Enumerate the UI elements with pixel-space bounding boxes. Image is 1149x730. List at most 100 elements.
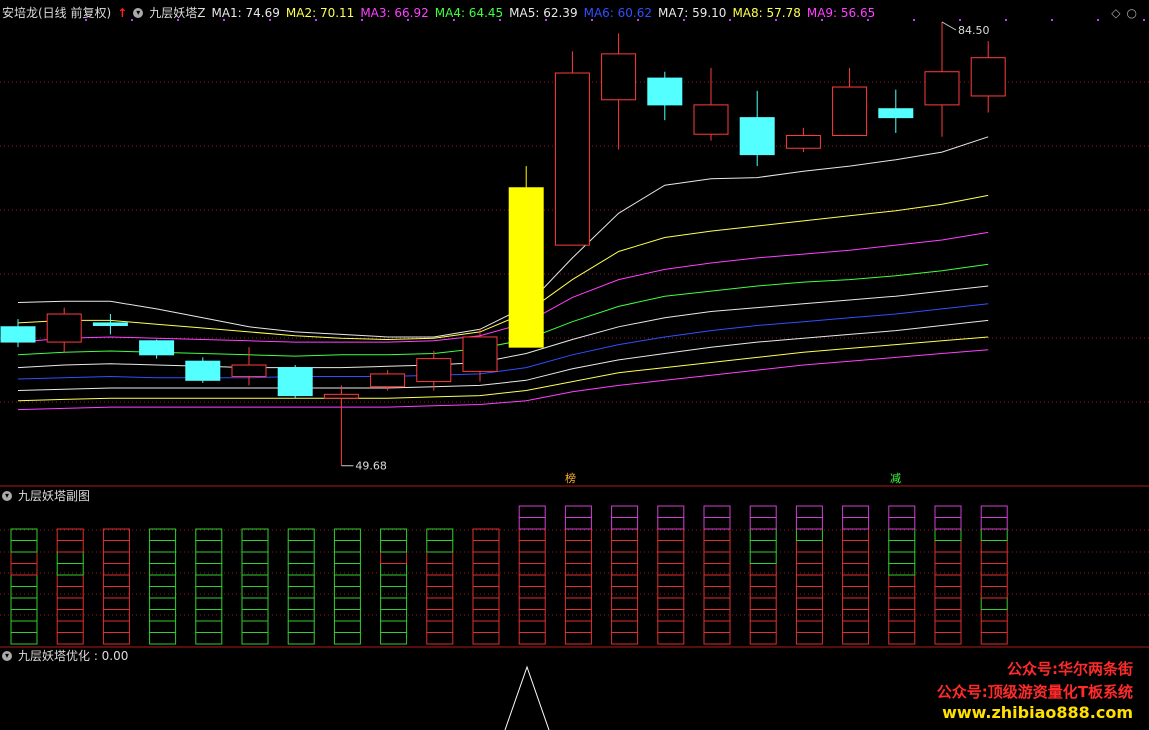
tower-cell — [657, 609, 685, 622]
candle-body — [924, 71, 960, 106]
tower-cell — [518, 540, 546, 553]
tower-cell — [241, 597, 269, 610]
tower-cell — [564, 528, 592, 541]
tower-cell — [888, 540, 916, 553]
opt-panel-header: ▾ 九层妖塔优化 : 0.00 — [2, 647, 134, 665]
tower-cell — [287, 551, 315, 564]
tower-cell — [564, 540, 592, 553]
candle-body — [878, 108, 914, 119]
tower-cell — [195, 551, 223, 564]
ma-line — [17, 136, 989, 338]
tower-cell-top — [518, 505, 546, 518]
marker-dot — [913, 19, 915, 21]
tower-cell — [564, 586, 592, 599]
marker-dot — [1005, 19, 1007, 21]
tower-cell — [149, 632, 177, 645]
tower-cell — [749, 551, 777, 564]
tower-cell — [149, 574, 177, 587]
tower-cell — [472, 586, 500, 599]
tower-cell-top — [657, 517, 685, 530]
tower-cell-top — [980, 505, 1008, 518]
ma-label: MA3: 66.92 — [360, 6, 429, 20]
tower-cell-top — [980, 517, 1008, 530]
window-controls: ◇ ○ — [1111, 4, 1143, 22]
tower-cell-top — [749, 517, 777, 530]
tower-cell — [472, 540, 500, 553]
opt-panel-title[interactable]: 九层妖塔优化 : 0.00 — [18, 647, 128, 665]
tower-cell — [564, 632, 592, 645]
tower-cell — [842, 632, 870, 645]
sub-panel-title[interactable]: 九层妖塔副图 — [18, 487, 90, 505]
candle-body — [693, 104, 729, 135]
tower-cell — [149, 609, 177, 622]
tower-cell — [980, 609, 1008, 622]
candle-body — [647, 77, 683, 106]
candle-body — [739, 117, 775, 156]
tower-cell — [472, 620, 500, 633]
tower-cell — [518, 632, 546, 645]
candle-body — [185, 360, 221, 381]
tower-cell — [10, 540, 38, 553]
ma-label: MA1: 74.69 — [211, 6, 280, 20]
tower-cell — [657, 528, 685, 541]
tower-cell — [380, 620, 408, 633]
tower-cell — [749, 540, 777, 553]
tower-cell — [380, 586, 408, 599]
tower-cell — [10, 586, 38, 599]
tower-cell — [749, 574, 777, 587]
high-pointer — [941, 21, 957, 31]
tower-cell — [934, 620, 962, 633]
collapse-icon[interactable]: ▾ — [133, 8, 144, 18]
tower-cell — [241, 528, 269, 541]
tower-cell — [611, 586, 639, 599]
candle-body — [139, 340, 175, 356]
ma-label: MA8: 57.78 — [732, 6, 801, 20]
chart-canvas: 84.50 49.68 榜 减 — [0, 19, 1149, 730]
candle-body — [832, 86, 868, 136]
tower-cell-top — [703, 517, 731, 530]
ma-label: MA5: 62.39 — [509, 6, 578, 20]
tower-cell — [195, 540, 223, 553]
tower-cell — [611, 632, 639, 645]
tower-cell — [380, 540, 408, 553]
diamond-icon[interactable]: ◇ — [1111, 4, 1120, 22]
tower-cell-top — [934, 517, 962, 530]
opt-spike — [504, 665, 550, 730]
tower-cell — [657, 551, 685, 564]
tower-cell — [472, 597, 500, 610]
tower-cell — [333, 597, 361, 610]
tower-cell — [380, 597, 408, 610]
circle-icon[interactable]: ○ — [1127, 4, 1137, 22]
tower-cell — [56, 597, 84, 610]
tower-cell — [657, 632, 685, 645]
tower-cell — [380, 632, 408, 645]
candle-body — [416, 358, 452, 383]
tower-cell — [56, 551, 84, 564]
candle-body — [46, 313, 82, 343]
watermark-line3: www.zhibiao888.com — [942, 703, 1133, 722]
collapse-icon[interactable]: ▾ — [2, 651, 12, 661]
tower-cell — [241, 551, 269, 564]
tower-cell — [426, 597, 454, 610]
tower-cell — [564, 551, 592, 564]
reduce-marker: 减 — [890, 472, 901, 485]
tower-cell — [287, 574, 315, 587]
ma-line — [17, 319, 989, 391]
tower-cell — [980, 563, 1008, 576]
tower-cell — [888, 586, 916, 599]
tower-cell — [102, 632, 130, 645]
tower-cell — [102, 540, 130, 553]
main-header: 安培龙(日线 前复权) ↑ ▾ 九层妖塔Z MA1: 74.69 MA2: 70.… — [2, 4, 887, 22]
rank-marker: 榜 — [565, 471, 576, 485]
collapse-icon[interactable]: ▾ — [2, 491, 12, 501]
indicator-name[interactable]: 九层妖塔Z — [149, 4, 205, 22]
tower-bars — [10, 505, 1008, 645]
tower-cell — [888, 574, 916, 587]
tower-cell — [241, 586, 269, 599]
tower-cell — [56, 563, 84, 576]
ma-lines — [17, 136, 989, 411]
tower-cell — [888, 632, 916, 645]
sub-panel-header: ▾ 九层妖塔副图 — [2, 487, 96, 505]
tower-cell — [241, 540, 269, 553]
tower-cell-top — [611, 505, 639, 518]
